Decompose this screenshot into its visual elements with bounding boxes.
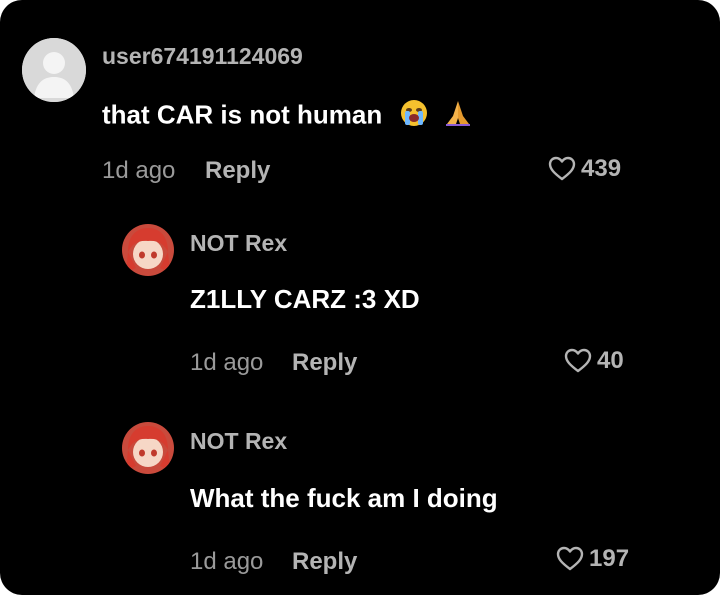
default-avatar-icon	[22, 38, 86, 102]
reply-username[interactable]: NOT Rex	[190, 230, 287, 257]
red-haired-character-avatar-icon	[122, 422, 174, 474]
avatar[interactable]	[22, 38, 86, 102]
like-button[interactable]: 197	[556, 545, 629, 573]
like-count: 40	[597, 347, 624, 374]
reply-text: What the fuck am I doing	[190, 483, 498, 513]
red-haired-character-avatar-icon	[122, 224, 174, 276]
comment-timestamp: 1d ago	[102, 157, 176, 184]
like-button[interactable]: 40	[564, 347, 624, 375]
like-count: 439	[581, 155, 622, 182]
reply-username[interactable]: NOT Rex	[190, 428, 287, 455]
reply-timestamp: 1d ago	[190, 349, 264, 376]
heart-icon	[556, 546, 584, 571]
comment-item: user674191124069 that CAR is not human 1…	[0, 0, 720, 200]
avatar[interactable]	[122, 224, 174, 276]
reply-button[interactable]: Reply	[292, 349, 357, 377]
comment-text-body: that CAR is not human	[102, 99, 383, 130]
comment-text: that CAR is not human	[102, 98, 473, 135]
heart-icon	[548, 156, 576, 181]
loudly-crying-face-icon	[399, 98, 429, 135]
folded-hands-icon	[443, 98, 473, 135]
reply-text: Z1LLY CARZ :3 XD	[190, 284, 420, 314]
reply-timestamp: 1d ago	[190, 548, 264, 575]
reply-button[interactable]: Reply	[292, 548, 357, 576]
like-count: 197	[589, 545, 630, 572]
comment-username[interactable]: user674191124069	[102, 43, 303, 70]
comment-thread: user674191124069 that CAR is not human 1…	[0, 0, 720, 595]
reply-button[interactable]: Reply	[205, 157, 270, 185]
like-button[interactable]: 439	[548, 155, 621, 183]
reply-item: NOT Rex What the fuck am I doing 1d ago …	[0, 400, 720, 595]
heart-icon	[564, 348, 592, 373]
avatar[interactable]	[122, 422, 174, 474]
reply-item: NOT Rex Z1LLY CARZ :3 XD 1d ago Reply 40	[0, 200, 720, 400]
